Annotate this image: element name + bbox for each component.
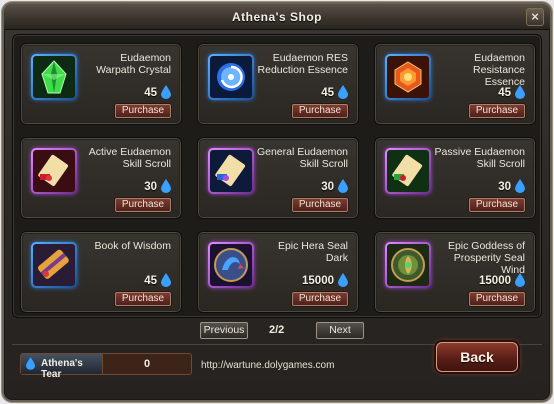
item-price: 15000 — [479, 275, 511, 287]
item-name: Eudaemon Warpath Crystal — [96, 52, 171, 76]
shop-item: Book of Wisdom 45 Purchase — [20, 231, 182, 313]
title-bar: Athena's Shop × — [4, 4, 550, 30]
currency-label-box: Athena's Tear — [21, 354, 103, 380]
previous-page-button[interactable]: Previous — [200, 322, 248, 339]
tear-drop-icon — [515, 273, 525, 287]
item-grid: Eudaemon Warpath Crystal 45 Purchase Eud… — [12, 34, 542, 318]
dark-seal-icon — [210, 244, 252, 286]
item-icon-frame[interactable] — [31, 242, 77, 288]
purchase-button[interactable]: Purchase — [469, 292, 525, 306]
tear-drop-icon — [515, 179, 525, 193]
currency-display: Athena's Tear 0 — [20, 353, 192, 380]
item-price: 30 — [498, 181, 511, 193]
red-flame-essence-icon — [387, 56, 429, 98]
item-icon-frame[interactable] — [31, 54, 77, 100]
currency-label: Athena's Tear — [41, 358, 83, 380]
close-icon: × — [531, 9, 539, 24]
red-scroll-icon — [33, 150, 75, 192]
tear-drop-icon — [338, 85, 348, 99]
shop-item: Eudaemon Resistance Essence 45 Purchase — [374, 43, 536, 125]
blue-swirl-essence-icon — [210, 56, 252, 98]
purchase-button[interactable]: Purchase — [115, 292, 171, 306]
purchase-button[interactable]: Purchase — [292, 198, 348, 212]
book-scroll-icon — [33, 244, 75, 286]
purchase-button[interactable]: Purchase — [292, 292, 348, 306]
shop-item: Passive Eudaemon Skill Scroll 30 Purchas… — [374, 137, 536, 219]
item-icon-frame[interactable] — [385, 242, 431, 288]
shop-item: Epic Goddess of Prosperity Seal Wind 150… — [374, 231, 536, 313]
item-name: Book of Wisdom — [94, 240, 171, 252]
purchase-button[interactable]: Purchase — [115, 104, 171, 118]
page-indicator: 2/2 — [269, 324, 285, 336]
purchase-button[interactable]: Purchase — [292, 104, 348, 118]
item-icon-frame[interactable] — [208, 242, 254, 288]
shop-item: Active Eudaemon Skill Scroll 30 Purchase — [20, 137, 182, 219]
tear-drop-icon — [515, 85, 525, 99]
tear-drop-icon — [161, 179, 171, 193]
athenas-tear-icon — [26, 357, 35, 370]
item-name: Active Eudaemon Skill Scroll — [88, 146, 171, 170]
shop-item: General Eudaemon Skill Scroll 30 Purchas… — [197, 137, 359, 219]
purchase-button[interactable]: Purchase — [469, 104, 525, 118]
close-button[interactable]: × — [526, 8, 544, 26]
item-price: 45 — [144, 275, 157, 287]
item-icon-frame[interactable] — [208, 148, 254, 194]
pagination: Previous 2/2 Next — [4, 322, 550, 340]
shop-item: Epic Hera Seal Dark 15000 Purchase — [197, 231, 359, 313]
item-icon-frame[interactable] — [385, 148, 431, 194]
item-price: 45 — [144, 87, 157, 99]
green-crystal-icon — [33, 56, 75, 98]
item-name: Eudaemon Resistance Essence — [473, 52, 525, 88]
item-price: 45 — [498, 87, 511, 99]
shop-item: Eudaemon Warpath Crystal 45 Purchase — [20, 43, 182, 125]
item-name: Eudaemon RES Reduction Essence — [257, 52, 348, 76]
item-price: 15000 — [302, 275, 334, 287]
next-page-button[interactable]: Next — [316, 322, 364, 339]
currency-count: 0 — [143, 358, 151, 370]
shop-item: Eudaemon RES Reduction Essence 45 Purcha… — [197, 43, 359, 125]
site-url[interactable]: http://wartune.dolygames.com — [201, 360, 334, 371]
tear-drop-icon — [161, 273, 171, 287]
item-price: 30 — [321, 181, 334, 193]
item-price: 45 — [321, 87, 334, 99]
tear-drop-icon — [338, 273, 348, 287]
item-name: Epic Hera Seal Dark — [277, 240, 348, 264]
green-scroll-icon — [387, 150, 429, 192]
purchase-button[interactable]: Purchase — [469, 198, 525, 212]
back-button[interactable]: Back — [436, 342, 518, 372]
item-icon-frame[interactable] — [385, 54, 431, 100]
purchase-button[interactable]: Purchase — [115, 198, 171, 212]
item-icon-frame[interactable] — [31, 148, 77, 194]
wind-seal-icon — [387, 244, 429, 286]
window-title: Athena's Shop — [231, 10, 323, 24]
item-name: Epic Goddess of Prosperity Seal Wind — [447, 240, 525, 276]
item-icon-frame[interactable] — [208, 54, 254, 100]
item-name: Passive Eudaemon Skill Scroll — [434, 146, 525, 170]
tear-drop-icon — [161, 85, 171, 99]
tear-drop-icon — [338, 179, 348, 193]
item-price: 30 — [144, 181, 157, 193]
blue-scroll-icon — [210, 150, 252, 192]
shop-window: Athena's Shop × Eudaemon Warpath Crystal… — [2, 2, 552, 402]
item-name: General Eudaemon Skill Scroll — [256, 146, 348, 170]
